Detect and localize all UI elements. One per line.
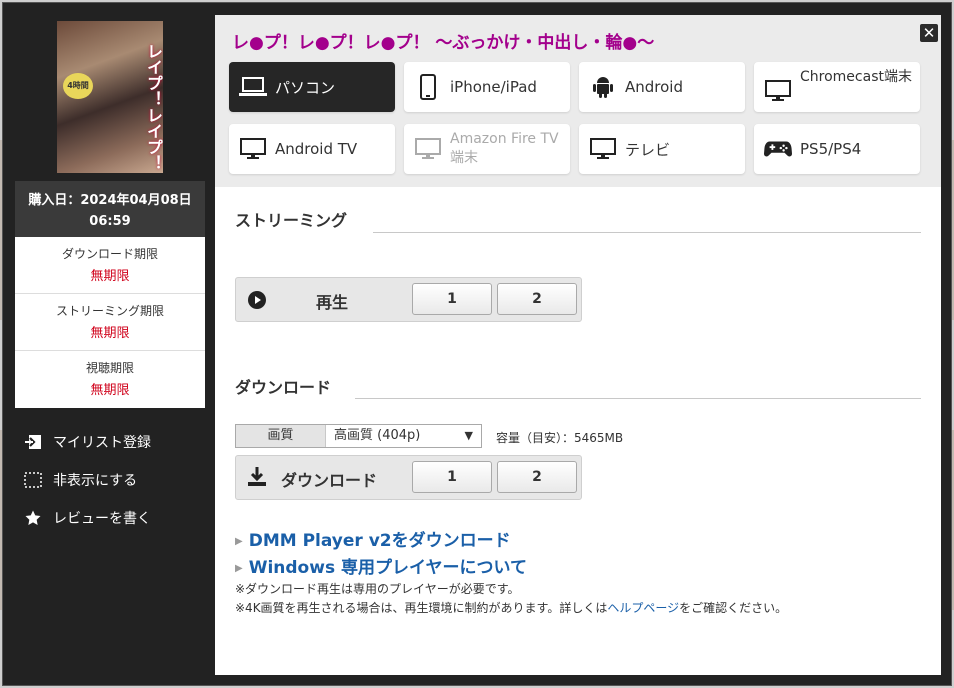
- purchase-date-line1: 購入日：2024年04月08日: [28, 193, 192, 208]
- quality-label: 画質: [236, 425, 326, 447]
- cover-title: レイプ！レイプ！: [144, 43, 163, 171]
- work-title: レ●プ！レ●プ！レ●プ！ ～ぶっかけ・中出し・輪●～: [232, 33, 655, 53]
- note-4k: ※4K画質を再生される場合は、再生環境に制約があります。詳しくはヘルプページをご…: [235, 599, 787, 616]
- triangle-right-icon: ▶: [235, 536, 243, 547]
- device-label: Android TV: [275, 140, 358, 158]
- play-icon: [247, 290, 267, 314]
- android-icon: [589, 75, 617, 99]
- note-player-required: ※ダウンロード再生は専用のプレイヤーが必要です。: [235, 582, 520, 596]
- monitor-icon: [764, 80, 792, 102]
- device-label: テレビ: [625, 140, 671, 159]
- download-player-box: ダウンロード 1 2: [235, 455, 582, 500]
- term-value: 無期限: [90, 269, 130, 284]
- device-selector: レ●プ！レ●プ！レ●プ！ ～ぶっかけ・中出し・輪●～ ✕ パソコン iPhone…: [215, 15, 941, 187]
- mylist-button[interactable]: マイリスト登録: [23, 423, 213, 461]
- link-text: DMM Player v2をダウンロード: [248, 531, 511, 551]
- term-viewing: 視聴期限 無期限: [15, 351, 205, 408]
- play-label: 再生: [316, 293, 349, 312]
- hide-label: 非表示にする: [53, 473, 138, 489]
- term-value: 無期限: [90, 383, 130, 398]
- streaming-heading: ストリーミング: [235, 211, 348, 230]
- chevron-down-icon: ▼: [464, 429, 473, 442]
- term-list: ダウンロード期限 無期限 ストリーミング期限 無期限 視聴期限 無期限: [15, 237, 205, 408]
- quality-value-text: 高画質 (404p): [334, 428, 421, 443]
- hide-button[interactable]: 非表示にする: [23, 461, 213, 499]
- monitor-icon: [414, 138, 442, 160]
- mylist-label: マイリスト登録: [53, 435, 151, 451]
- term-download: ダウンロード期限 無期限: [15, 237, 205, 294]
- close-button[interactable]: ✕: [920, 24, 938, 42]
- gamepad-icon: [764, 139, 792, 159]
- smartphone-icon: [414, 74, 442, 100]
- left-column: レイプ！レイプ！ 4時間 購入日：2024年04月08日 06:59 ダウンロー…: [15, 15, 205, 408]
- device-label-line1: Amazon Fire TV: [450, 131, 559, 147]
- device-ps[interactable]: PS5/PS4: [754, 124, 920, 174]
- mylist-icon: [23, 432, 43, 452]
- streaming-player-box: 再生 1 2: [235, 277, 582, 322]
- purchase-date: 購入日：2024年04月08日 06:59: [15, 181, 205, 237]
- purchase-modal: レイプ！レイプ！ 4時間 購入日：2024年04月08日 06:59 ダウンロー…: [2, 2, 952, 686]
- term-value: 無期限: [90, 326, 130, 341]
- capacity-text: 容量（目安）：5465MB: [496, 431, 624, 445]
- quality-value[interactable]: 高画質 (404p) ▼: [326, 425, 481, 447]
- divider: [373, 232, 921, 233]
- dmm-player-link[interactable]: ▶ DMM Player v2をダウンロード: [235, 526, 511, 551]
- device-label: Chromecast端末: [800, 69, 912, 85]
- quality-select[interactable]: 画質 高画質 (404p) ▼: [235, 424, 482, 448]
- review-label: レビューを書く: [53, 511, 151, 527]
- download-part-2-button[interactable]: 2: [497, 461, 577, 493]
- device-label-line2: 端末: [450, 150, 478, 166]
- download-part-1-button[interactable]: 1: [412, 461, 492, 493]
- device-label: Amazon Fire TV 端末: [450, 130, 559, 168]
- triangle-right-icon: ▶: [235, 563, 243, 574]
- device-chromecast[interactable]: Chromecast端末: [754, 62, 920, 112]
- device-label: iPhone/iPad: [450, 78, 537, 96]
- cover-badge: 4時間: [63, 73, 93, 99]
- monitor-icon: [239, 138, 267, 160]
- stream-part-2-button[interactable]: 2: [497, 283, 577, 315]
- purchase-time: 06:59: [89, 214, 131, 229]
- device-pc[interactable]: パソコン: [229, 62, 395, 112]
- star-icon: [23, 508, 43, 528]
- right-panel: レ●プ！レ●プ！レ●プ！ ～ぶっかけ・中出し・輪●～ ✕ パソコン iPhone…: [215, 15, 941, 675]
- link-text: Windows 専用プレイヤーについて: [248, 558, 527, 578]
- device-android-tv[interactable]: Android TV: [229, 124, 395, 174]
- review-button[interactable]: レビューを書く: [23, 499, 213, 537]
- device-label: PS5/PS4: [800, 140, 862, 158]
- stream-part-1-button[interactable]: 1: [412, 283, 492, 315]
- device-iphone[interactable]: iPhone/iPad: [404, 62, 570, 112]
- term-streaming: ストリーミング期限 無期限: [15, 294, 205, 351]
- device-fire-tv[interactable]: Amazon Fire TV 端末: [404, 124, 570, 174]
- note-4k-after: をご確認ください。: [679, 601, 788, 615]
- device-label: パソコン: [275, 78, 336, 97]
- download-label: ダウンロード: [281, 471, 378, 490]
- divider: [355, 398, 921, 399]
- windows-player-link[interactable]: ▶ Windows 専用プレイヤーについて: [235, 553, 527, 578]
- device-label: Android: [625, 78, 683, 96]
- device-android[interactable]: Android: [579, 62, 745, 112]
- term-label: 視聴期限: [85, 361, 134, 375]
- help-page-link[interactable]: ヘルプページ: [607, 601, 679, 615]
- term-label: ダウンロード期限: [61, 247, 158, 261]
- download-heading: ダウンロード: [235, 378, 332, 397]
- hide-icon: [23, 470, 43, 490]
- monitor-icon: [589, 138, 617, 160]
- cover-image[interactable]: レイプ！レイプ！ 4時間: [57, 21, 163, 173]
- download-icon: [247, 466, 267, 492]
- laptop-icon: [239, 77, 267, 97]
- device-tv[interactable]: テレビ: [579, 124, 745, 174]
- side-actions: マイリスト登録 非表示にする レビューを書く: [23, 423, 213, 537]
- term-label: ストリーミング期限: [55, 304, 164, 318]
- note-4k-before: ※4K画質を再生される場合は、再生環境に制約があります。詳しくは: [235, 601, 608, 615]
